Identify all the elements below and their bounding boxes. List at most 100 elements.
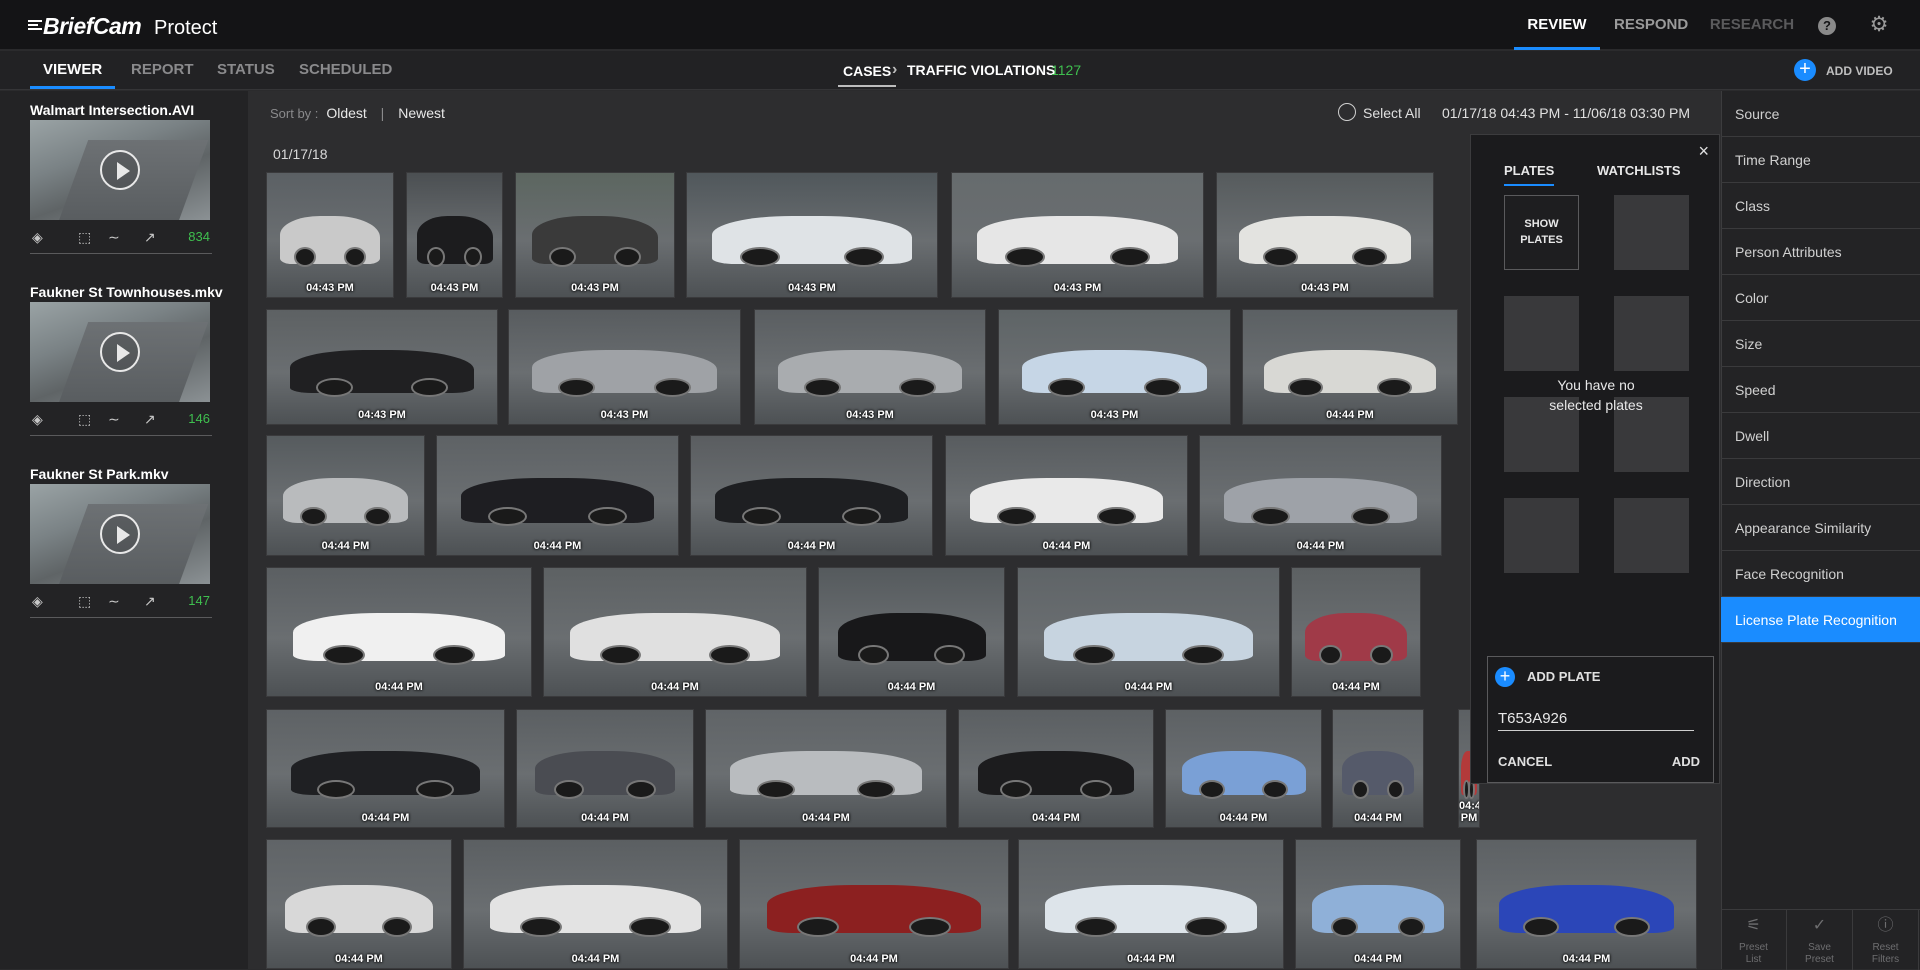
filter-license-plate-recognition[interactable]: License Plate Recognition: [1721, 597, 1920, 643]
result-thumbnail[interactable]: 04:44 PM: [1295, 839, 1461, 969]
tab-report[interactable]: REPORT: [131, 51, 194, 89]
nav-review[interactable]: REVIEW: [1514, 0, 1600, 50]
filter-speed[interactable]: Speed: [1721, 367, 1920, 413]
sort-oldest[interactable]: Oldest: [326, 105, 366, 121]
result-thumbnail[interactable]: 04:43 PM: [754, 309, 986, 425]
video-item[interactable]: Faukner St Park.mkv ◈ ⬚ ∼ ↗ 147: [30, 464, 212, 618]
result-thumbnail[interactable]: 04:43 PM: [266, 172, 394, 298]
region-icon[interactable]: ⬚: [78, 593, 91, 610]
preset-list-button[interactable]: ⚟ Preset List: [1721, 910, 1787, 970]
nav-respond[interactable]: RESPOND: [1614, 0, 1688, 50]
direction-icon[interactable]: ↗: [144, 229, 156, 246]
result-thumbnail[interactable]: 04:44 PM: [266, 709, 505, 828]
filter-time-range[interactable]: Time Range: [1721, 137, 1920, 183]
result-thumbnail[interactable]: 04:44 PM: [1199, 435, 1442, 556]
video-thumbnail[interactable]: [30, 484, 210, 584]
filter-color[interactable]: Color: [1721, 275, 1920, 321]
result-thumbnail[interactable]: 04:44 PM: [818, 567, 1005, 697]
direction-icon[interactable]: ↗: [144, 593, 156, 610]
result-thumbnail[interactable]: 04:44 PM: [266, 435, 425, 556]
layers-icon[interactable]: ◈: [32, 411, 43, 428]
help-icon[interactable]: ?: [1818, 17, 1836, 35]
gear-icon[interactable]: ⚙: [1868, 14, 1890, 36]
result-thumbnail[interactable]: 04:43 PM: [406, 172, 503, 298]
result-thumbnail[interactable]: 04:44 PM: [1165, 709, 1322, 828]
result-thumbnail[interactable]: 04:43 PM: [998, 309, 1231, 425]
path-icon[interactable]: ∼: [108, 411, 120, 428]
result-thumbnail[interactable]: 04:44 PM: [543, 567, 807, 697]
video-title[interactable]: Faukner St Park.mkv: [30, 464, 212, 484]
select-all-label[interactable]: Select All: [1363, 91, 1421, 135]
video-title[interactable]: Faukner St Townhouses.mkv: [30, 282, 223, 302]
result-thumbnail[interactable]: 04:44 PM: [690, 435, 933, 556]
play-icon[interactable]: [100, 514, 140, 554]
result-thumbnail[interactable]: 04:43 PM: [515, 172, 675, 298]
filter-class[interactable]: Class: [1721, 183, 1920, 229]
nav-research[interactable]: RESEARCH: [1708, 0, 1796, 50]
cancel-button[interactable]: CANCEL: [1498, 754, 1552, 769]
play-icon[interactable]: [100, 150, 140, 190]
plate-slot[interactable]: [1614, 296, 1689, 371]
result-thumbnail[interactable]: 04:44 PM: [739, 839, 1009, 969]
video-thumbnail[interactable]: [30, 302, 210, 402]
add-button[interactable]: ADD: [1672, 754, 1700, 769]
briefcam-logo[interactable]: BriefCam: [28, 13, 142, 40]
direction-icon[interactable]: ↗: [144, 411, 156, 428]
result-thumbnail[interactable]: 04:44 PM: [516, 709, 694, 828]
video-item[interactable]: Walmart Intersection.AVI ◈ ⬚ ∼ ↗ 834: [30, 100, 212, 254]
result-thumbnail[interactable]: 04:43 PM: [266, 309, 498, 425]
result-thumbnail[interactable]: 04:43 PM: [951, 172, 1204, 298]
tab-status[interactable]: STATUS: [217, 51, 275, 89]
filter-face-recognition[interactable]: Face Recognition: [1721, 551, 1920, 597]
result-thumbnail[interactable]: 04:44 PM: [436, 435, 679, 556]
save-preset-button[interactable]: ✓ Save Preset: [1787, 910, 1853, 970]
sort-newest[interactable]: Newest: [398, 105, 445, 121]
result-thumbnail[interactable]: 04:44 PM: [1291, 567, 1421, 697]
close-icon[interactable]: ×: [1698, 141, 1709, 162]
result-thumbnail[interactable]: 04:44 PM: [1017, 567, 1280, 697]
result-thumbnail[interactable]: 04:43 PM: [686, 172, 938, 298]
add-video-button[interactable]: ADD VIDEO: [1826, 51, 1893, 89]
video-title[interactable]: Walmart Intersection.AVI: [30, 100, 212, 120]
filter-appearance-similarity[interactable]: Appearance Similarity: [1721, 505, 1920, 551]
filter-person-attributes[interactable]: Person Attributes: [1721, 229, 1920, 275]
tab-scheduled[interactable]: SCHEDULED: [299, 51, 392, 89]
layers-icon[interactable]: ◈: [32, 593, 43, 610]
result-thumbnail[interactable]: 04:44 PM: [705, 709, 947, 828]
breadcrumb-cases[interactable]: CASES: [838, 53, 897, 87]
add-video-plus-icon[interactable]: +: [1794, 59, 1816, 81]
result-thumbnail[interactable]: 04:44 PM: [266, 839, 452, 969]
tab-watchlists[interactable]: WATCHLISTS: [1597, 163, 1681, 184]
filter-direction[interactable]: Direction: [1721, 459, 1920, 505]
video-thumbnail[interactable]: [30, 120, 210, 220]
result-thumbnail[interactable]: 04:44 PM: [1242, 309, 1458, 425]
show-plates-button[interactable]: SHOW PLATES: [1504, 195, 1579, 270]
region-icon[interactable]: ⬚: [78, 411, 91, 428]
tab-plates[interactable]: PLATES: [1504, 163, 1555, 186]
path-icon[interactable]: ∼: [108, 593, 120, 610]
filter-source[interactable]: Source: [1721, 91, 1920, 137]
filter-dwell[interactable]: Dwell: [1721, 413, 1920, 459]
select-all-radio[interactable]: [1338, 103, 1356, 121]
layers-icon[interactable]: ◈: [32, 229, 43, 246]
filter-size[interactable]: Size: [1721, 321, 1920, 367]
result-thumbnail[interactable]: 04:44 PM: [945, 435, 1188, 556]
plate-slot[interactable]: [1614, 195, 1689, 270]
plate-slot[interactable]: [1504, 498, 1579, 573]
video-item[interactable]: Faukner St Townhouses.mkv ◈ ⬚ ∼ ↗ 146: [30, 282, 223, 436]
result-thumbnail[interactable]: 04:44 PM: [1018, 839, 1284, 969]
plate-slot[interactable]: [1614, 498, 1689, 573]
plate-number-input[interactable]: [1498, 707, 1694, 731]
result-thumbnail[interactable]: 04:43 PM: [1216, 172, 1434, 298]
result-thumbnail[interactable]: 04:44 PM: [266, 567, 532, 697]
result-thumbnail[interactable]: 04:44 PM: [1332, 709, 1424, 828]
result-thumbnail[interactable]: 04:44 PM: [958, 709, 1154, 828]
result-thumbnail[interactable]: 04:44 PM: [463, 839, 728, 969]
tab-viewer[interactable]: VIEWER: [30, 51, 116, 89]
region-icon[interactable]: ⬚: [78, 229, 91, 246]
play-icon[interactable]: [100, 332, 140, 372]
path-icon[interactable]: ∼: [108, 229, 120, 246]
plate-slot[interactable]: [1504, 296, 1579, 371]
result-thumbnail[interactable]: 04:43 PM: [508, 309, 741, 425]
reset-filters-button[interactable]: ⓘ Reset Filters: [1853, 910, 1919, 970]
